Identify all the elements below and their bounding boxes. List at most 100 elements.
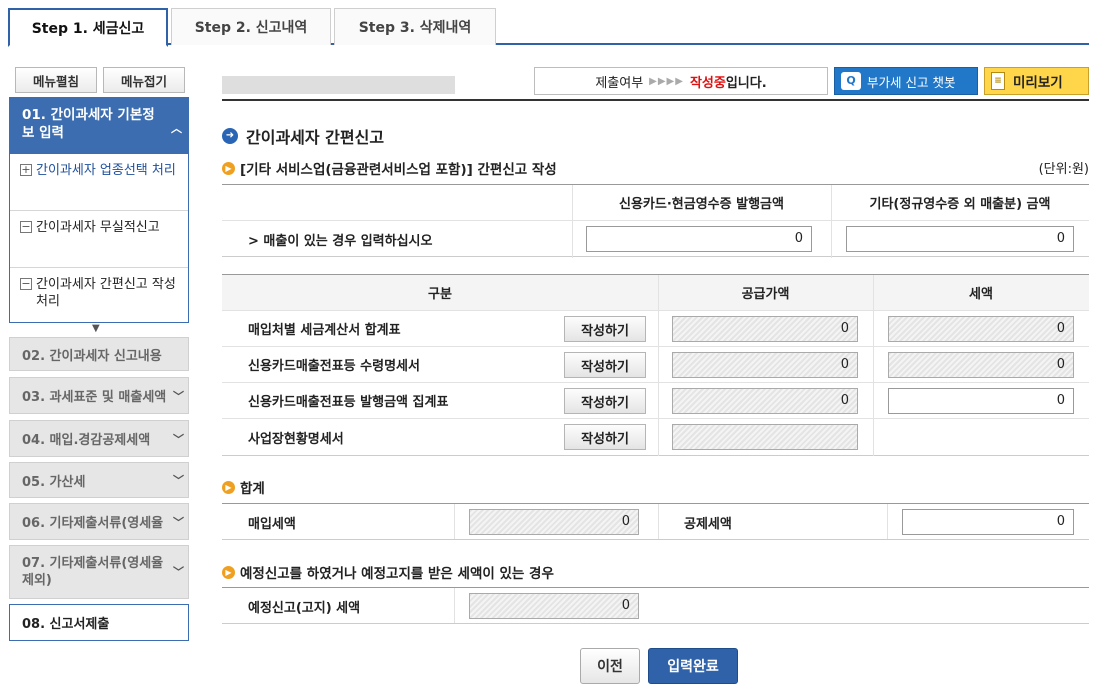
bullet-icon: ▶ bbox=[222, 565, 235, 579]
submenu-label: 간이과세자 업종선택 처리 bbox=[36, 163, 176, 178]
purchase-tax-label: 매입세액 bbox=[248, 516, 296, 532]
prelim-tax-field: 0 bbox=[469, 593, 639, 619]
supply-value-field: 0 bbox=[672, 388, 858, 414]
submenu-label: 간이과세자 간편신고 작성 처리 bbox=[36, 277, 176, 309]
sidebar-step-05[interactable]: 05. 가산세 ﹀ bbox=[9, 462, 189, 498]
purchase-row-label: 신용카드매출전표등 발행금액 집계표 bbox=[248, 395, 449, 410]
tax-value-field: 0 bbox=[888, 316, 1074, 342]
sales-input-row: > 매출이 있는 경우 입력하십시오 0 0 bbox=[222, 221, 1089, 258]
table-row: 신용카드매출전표등 발행금액 집계표 작성하기 0 0 bbox=[222, 383, 1089, 419]
sidebar-step-07[interactable]: 07. 기타제출서류(영세율 제외) ﹀ bbox=[9, 545, 189, 599]
sidebar-step-06[interactable]: 06. 기타제출서류(영세율 ﹀ bbox=[9, 503, 189, 540]
chevron-down-icon: ﹀ bbox=[173, 432, 184, 446]
col-other-header: 기타(정규영수증 외 매출분) 금액 bbox=[831, 185, 1089, 220]
submenu-item-no-sales[interactable]: − 간이과세자 무실적신고 bbox=[10, 211, 188, 268]
deduct-tax-label: 공제세액 bbox=[684, 516, 732, 532]
status-suffix: 입니다. bbox=[725, 75, 767, 91]
total-table: 매입세액 0 공제세액 0 bbox=[222, 503, 1089, 540]
step-label: 06. 기타제출서류(영세율 bbox=[22, 516, 164, 531]
chevron-down-icon: ﹀ bbox=[173, 515, 184, 529]
sales-header-row: 신용카드·현금영수증 발행금액 기타(정규영수증 외 매출분) 금액 bbox=[222, 185, 1089, 221]
sales-card-input[interactable]: 0 bbox=[586, 226, 812, 252]
active-menu-label: 01. 간이과세자 기본정보 입력 bbox=[22, 107, 155, 141]
step-label: 04. 매입.경감공제세액 bbox=[22, 433, 151, 448]
unit-label: (단위:원) bbox=[1038, 162, 1089, 177]
purchase-header-row: 구분 공급가액 세액 bbox=[222, 275, 1089, 311]
tax-value-input[interactable]: 0 bbox=[888, 388, 1074, 414]
section-prelim-title: ▶ 예정신고를 하였거나 예정고지를 받은 세액이 있는 경우 bbox=[222, 562, 554, 582]
chevron-down-icon: ﹀ bbox=[173, 389, 184, 403]
chevron-down-icon: ﹀ bbox=[173, 474, 184, 487]
tab-label: Step 1. 세금신고 bbox=[31, 20, 145, 37]
deduct-tax-input[interactable]: 0 bbox=[902, 509, 1074, 535]
minus-box-icon: − bbox=[20, 220, 32, 233]
table-row: 사업장현황명세서 작성하기 bbox=[222, 419, 1089, 456]
active-menu-group: 01. 간이과세자 기본정보 입력 ︿ + 간이과세자 업종선택 처리 − 간이… bbox=[9, 97, 189, 323]
step-label: 08. 신고서제출 bbox=[22, 617, 110, 632]
write-button[interactable]: 작성하기 bbox=[564, 424, 646, 450]
sidebar-step-04[interactable]: 04. 매입.경감공제세액 ﹀ bbox=[9, 420, 189, 457]
submit-button[interactable]: 입력완료 bbox=[648, 648, 738, 684]
active-menu-header[interactable]: 01. 간이과세자 기본정보 입력 ︿ bbox=[10, 98, 188, 154]
preview-label: 미리보기 bbox=[1013, 75, 1063, 91]
tab-step1[interactable]: Step 1. 세금신고 bbox=[8, 8, 168, 47]
step-label: 07. 기타제출서류(영세율 제외) bbox=[22, 556, 164, 588]
tab-label: Step 3. 삭제내역 bbox=[358, 20, 472, 36]
section-sales-title: ▶ [기타 서비스업(금융관련서비스업 포함)] 간편신고 작성 bbox=[222, 158, 557, 178]
purchase-row-label: 매입처별 세금계산서 합계표 bbox=[248, 323, 401, 338]
menu-collapse-button[interactable]: 메뉴접기 bbox=[103, 67, 185, 93]
page-title: ➜ 간이과세자 간편신고 bbox=[222, 124, 384, 148]
chatbot-button[interactable]: Q 부가세 신고 챗봇 bbox=[834, 67, 978, 95]
bullet-icon: ▶ bbox=[222, 161, 235, 175]
page-title-text: 간이과세자 간편신고 bbox=[246, 128, 385, 147]
write-button[interactable]: 작성하기 bbox=[564, 352, 646, 378]
purchase-row-label: 사업장현황명세서 bbox=[248, 432, 344, 447]
caret-down-icon: ▼ bbox=[92, 323, 100, 334]
chatbot-icon: Q bbox=[841, 72, 861, 90]
submenu-item-business-type[interactable]: + 간이과세자 업종선택 처리 bbox=[10, 154, 188, 211]
sales-table: 신용카드·현금영수증 발행금액 기타(정규영수증 외 매출분) 금액 > 매출이… bbox=[222, 184, 1089, 258]
purchase-row-label: 신용카드매출전표등 수령명세서 bbox=[248, 359, 420, 374]
step-label: 02. 간이과세자 신고내용 bbox=[22, 348, 162, 364]
tax-value-field: 0 bbox=[888, 352, 1074, 378]
section-total-title: ▶ 합계 bbox=[222, 477, 265, 497]
supply-value-field: 0 bbox=[672, 352, 858, 378]
purchase-tax-field: 0 bbox=[469, 509, 639, 535]
tab-step2[interactable]: Step 2. 신고내역 bbox=[171, 8, 331, 45]
preview-button[interactable]: ≡ 미리보기 bbox=[984, 67, 1089, 95]
write-button[interactable]: 작성하기 bbox=[564, 316, 646, 342]
sales-row-label: > 매출이 있는 경우 입력하십시오 bbox=[248, 234, 433, 249]
arrows-icon: ▶▶▶▶ bbox=[649, 75, 684, 87]
prelim-tax-label: 예정신고(고지) 세액 bbox=[248, 600, 361, 616]
supply-value-field bbox=[672, 424, 858, 450]
write-button[interactable]: 작성하기 bbox=[564, 388, 646, 414]
tab-step3[interactable]: Step 3. 삭제내역 bbox=[334, 8, 496, 45]
submenu-label: 간이과세자 무실적신고 bbox=[36, 220, 160, 235]
table-row: 매입처별 세금계산서 합계표 작성하기 0 0 bbox=[222, 311, 1089, 347]
chevron-up-icon: ︿ bbox=[171, 122, 182, 135]
document-icon: ≡ bbox=[991, 72, 1005, 90]
plus-box-icon: + bbox=[20, 163, 32, 176]
minus-box-icon: − bbox=[20, 277, 32, 290]
prelim-table: 예정신고(고지) 세액 0 bbox=[222, 587, 1089, 624]
chevron-down-icon: ﹀ bbox=[173, 565, 184, 579]
col-category-header: 구분 bbox=[222, 275, 658, 310]
section-title-text: 예정신고를 하였거나 예정고지를 받은 세액이 있는 경우 bbox=[240, 566, 554, 582]
prev-button[interactable]: 이전 bbox=[580, 648, 640, 684]
sales-other-input[interactable]: 0 bbox=[846, 226, 1074, 252]
chatbot-label: 부가세 신고 챗봇 bbox=[867, 74, 956, 90]
supply-value-field: 0 bbox=[672, 316, 858, 342]
user-info-bar bbox=[222, 76, 455, 94]
sidebar-step-08[interactable]: 08. 신고서제출 bbox=[9, 604, 189, 641]
section-title-text: [기타 서비스업(금융관련서비스업 포함)] 간편신고 작성 bbox=[240, 162, 557, 178]
col-card-header: 신용카드·현금영수증 발행금액 bbox=[572, 185, 831, 220]
sidebar-step-03[interactable]: 03. 과세표준 및 매출세액 ﹀ bbox=[9, 377, 189, 414]
sidebar-step-02[interactable]: 02. 간이과세자 신고내용 bbox=[9, 337, 189, 371]
submenu-item-simple-report[interactable]: − 간이과세자 간편신고 작성 처리 bbox=[10, 268, 188, 325]
section-title-text: 합계 bbox=[240, 481, 265, 497]
menu-expand-button[interactable]: 메뉴펼침 bbox=[15, 67, 97, 93]
col-tax-header: 세액 bbox=[873, 275, 1089, 310]
purchase-table: 구분 공급가액 세액 매입처별 세금계산서 합계표 작성하기 0 0 신용카드매… bbox=[222, 274, 1089, 456]
step-label: 05. 가산세 bbox=[22, 474, 86, 490]
table-row: 신용카드매출전표등 수령명세서 작성하기 0 0 bbox=[222, 347, 1089, 383]
